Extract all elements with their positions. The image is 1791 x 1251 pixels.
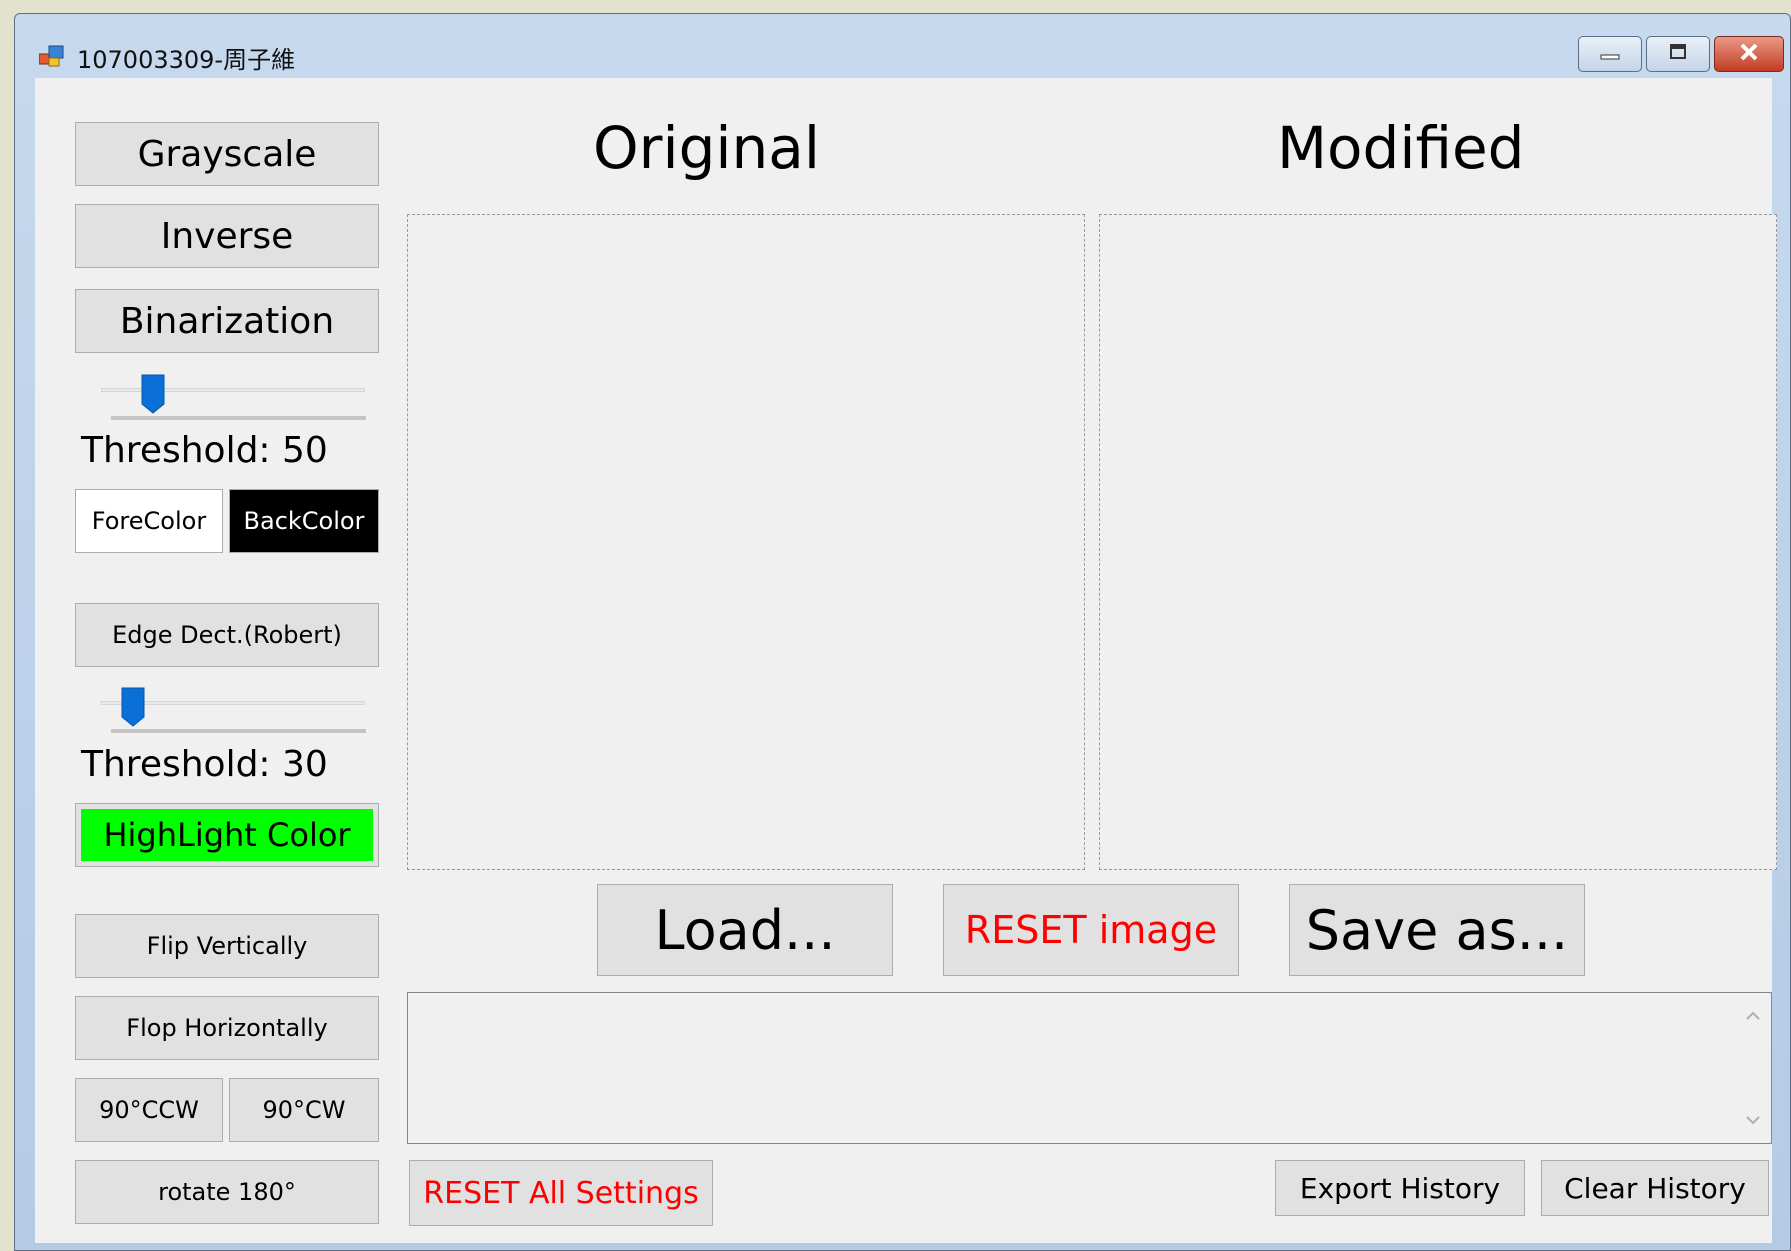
slider-thumb[interactable] bbox=[121, 687, 145, 727]
app-window: 107003309-周子維 Grayscale Inverse Binariza… bbox=[14, 13, 1791, 1251]
slider-thumb[interactable] bbox=[141, 374, 165, 414]
slider-tick-line bbox=[111, 729, 366, 733]
backcolor-button[interactable]: BackColor bbox=[229, 489, 379, 553]
load-button[interactable]: Load... bbox=[597, 884, 893, 976]
original-heading: Original bbox=[593, 114, 820, 182]
close-icon bbox=[1738, 43, 1760, 65]
minimize-icon bbox=[1599, 45, 1621, 64]
history-scrollbar[interactable] bbox=[1735, 993, 1771, 1143]
binarization-threshold-slider[interactable] bbox=[87, 374, 366, 426]
binarization-threshold-label: Threshold: 50 bbox=[81, 430, 328, 471]
desktop: 107003309-周子維 Grayscale Inverse Binariza… bbox=[0, 0, 1791, 1251]
flop-horizontally-button[interactable]: Flop Horizontally bbox=[75, 996, 379, 1060]
reset-image-button[interactable]: RESET image bbox=[943, 884, 1239, 976]
inverse-button[interactable]: Inverse bbox=[75, 204, 379, 268]
rotate-cw-button[interactable]: 90°CW bbox=[229, 1078, 379, 1142]
reset-all-settings-button[interactable]: RESET All Settings bbox=[409, 1160, 713, 1226]
edge-detect-button[interactable]: Edge Dect.(Robert) bbox=[75, 603, 379, 667]
modified-heading: Modified bbox=[1277, 114, 1525, 182]
history-textbox[interactable] bbox=[407, 992, 1772, 1144]
client-area: Grayscale Inverse Binarization Threshold… bbox=[35, 78, 1777, 1243]
save-as-button[interactable]: Save as... bbox=[1289, 884, 1585, 976]
maximize-icon bbox=[1667, 43, 1689, 65]
flip-vertically-button[interactable]: Flip Vertically bbox=[75, 914, 379, 978]
close-button[interactable] bbox=[1714, 36, 1784, 72]
rotate-180-button[interactable]: rotate 180° bbox=[75, 1160, 379, 1224]
grayscale-button[interactable]: Grayscale bbox=[75, 122, 379, 186]
app-window-icon bbox=[38, 44, 67, 68]
modified-image-box[interactable] bbox=[1099, 214, 1777, 870]
minimize-button[interactable] bbox=[1578, 36, 1642, 72]
scroll-down-icon[interactable] bbox=[1735, 1101, 1771, 1141]
scroll-up-icon[interactable] bbox=[1735, 995, 1771, 1035]
title-bar[interactable]: 107003309-周子維 bbox=[15, 14, 1790, 78]
clear-history-button[interactable]: Clear History bbox=[1541, 1160, 1769, 1216]
edge-threshold-slider[interactable] bbox=[87, 687, 366, 739]
original-image-box[interactable] bbox=[407, 214, 1085, 870]
forecolor-button[interactable]: ForeColor bbox=[75, 489, 223, 553]
slider-tick-line bbox=[111, 416, 366, 420]
maximize-button[interactable] bbox=[1646, 36, 1710, 72]
edge-threshold-label: Threshold: 30 bbox=[81, 744, 328, 785]
binarization-button[interactable]: Binarization bbox=[75, 289, 379, 353]
window-title: 107003309-周子維 bbox=[77, 46, 296, 74]
rotate-ccw-button[interactable]: 90°CCW bbox=[75, 1078, 223, 1142]
highlight-color-button[interactable]: HighLight Color bbox=[75, 803, 379, 867]
export-history-button[interactable]: Export History bbox=[1275, 1160, 1525, 1216]
highlight-color-label: HighLight Color bbox=[81, 809, 373, 861]
